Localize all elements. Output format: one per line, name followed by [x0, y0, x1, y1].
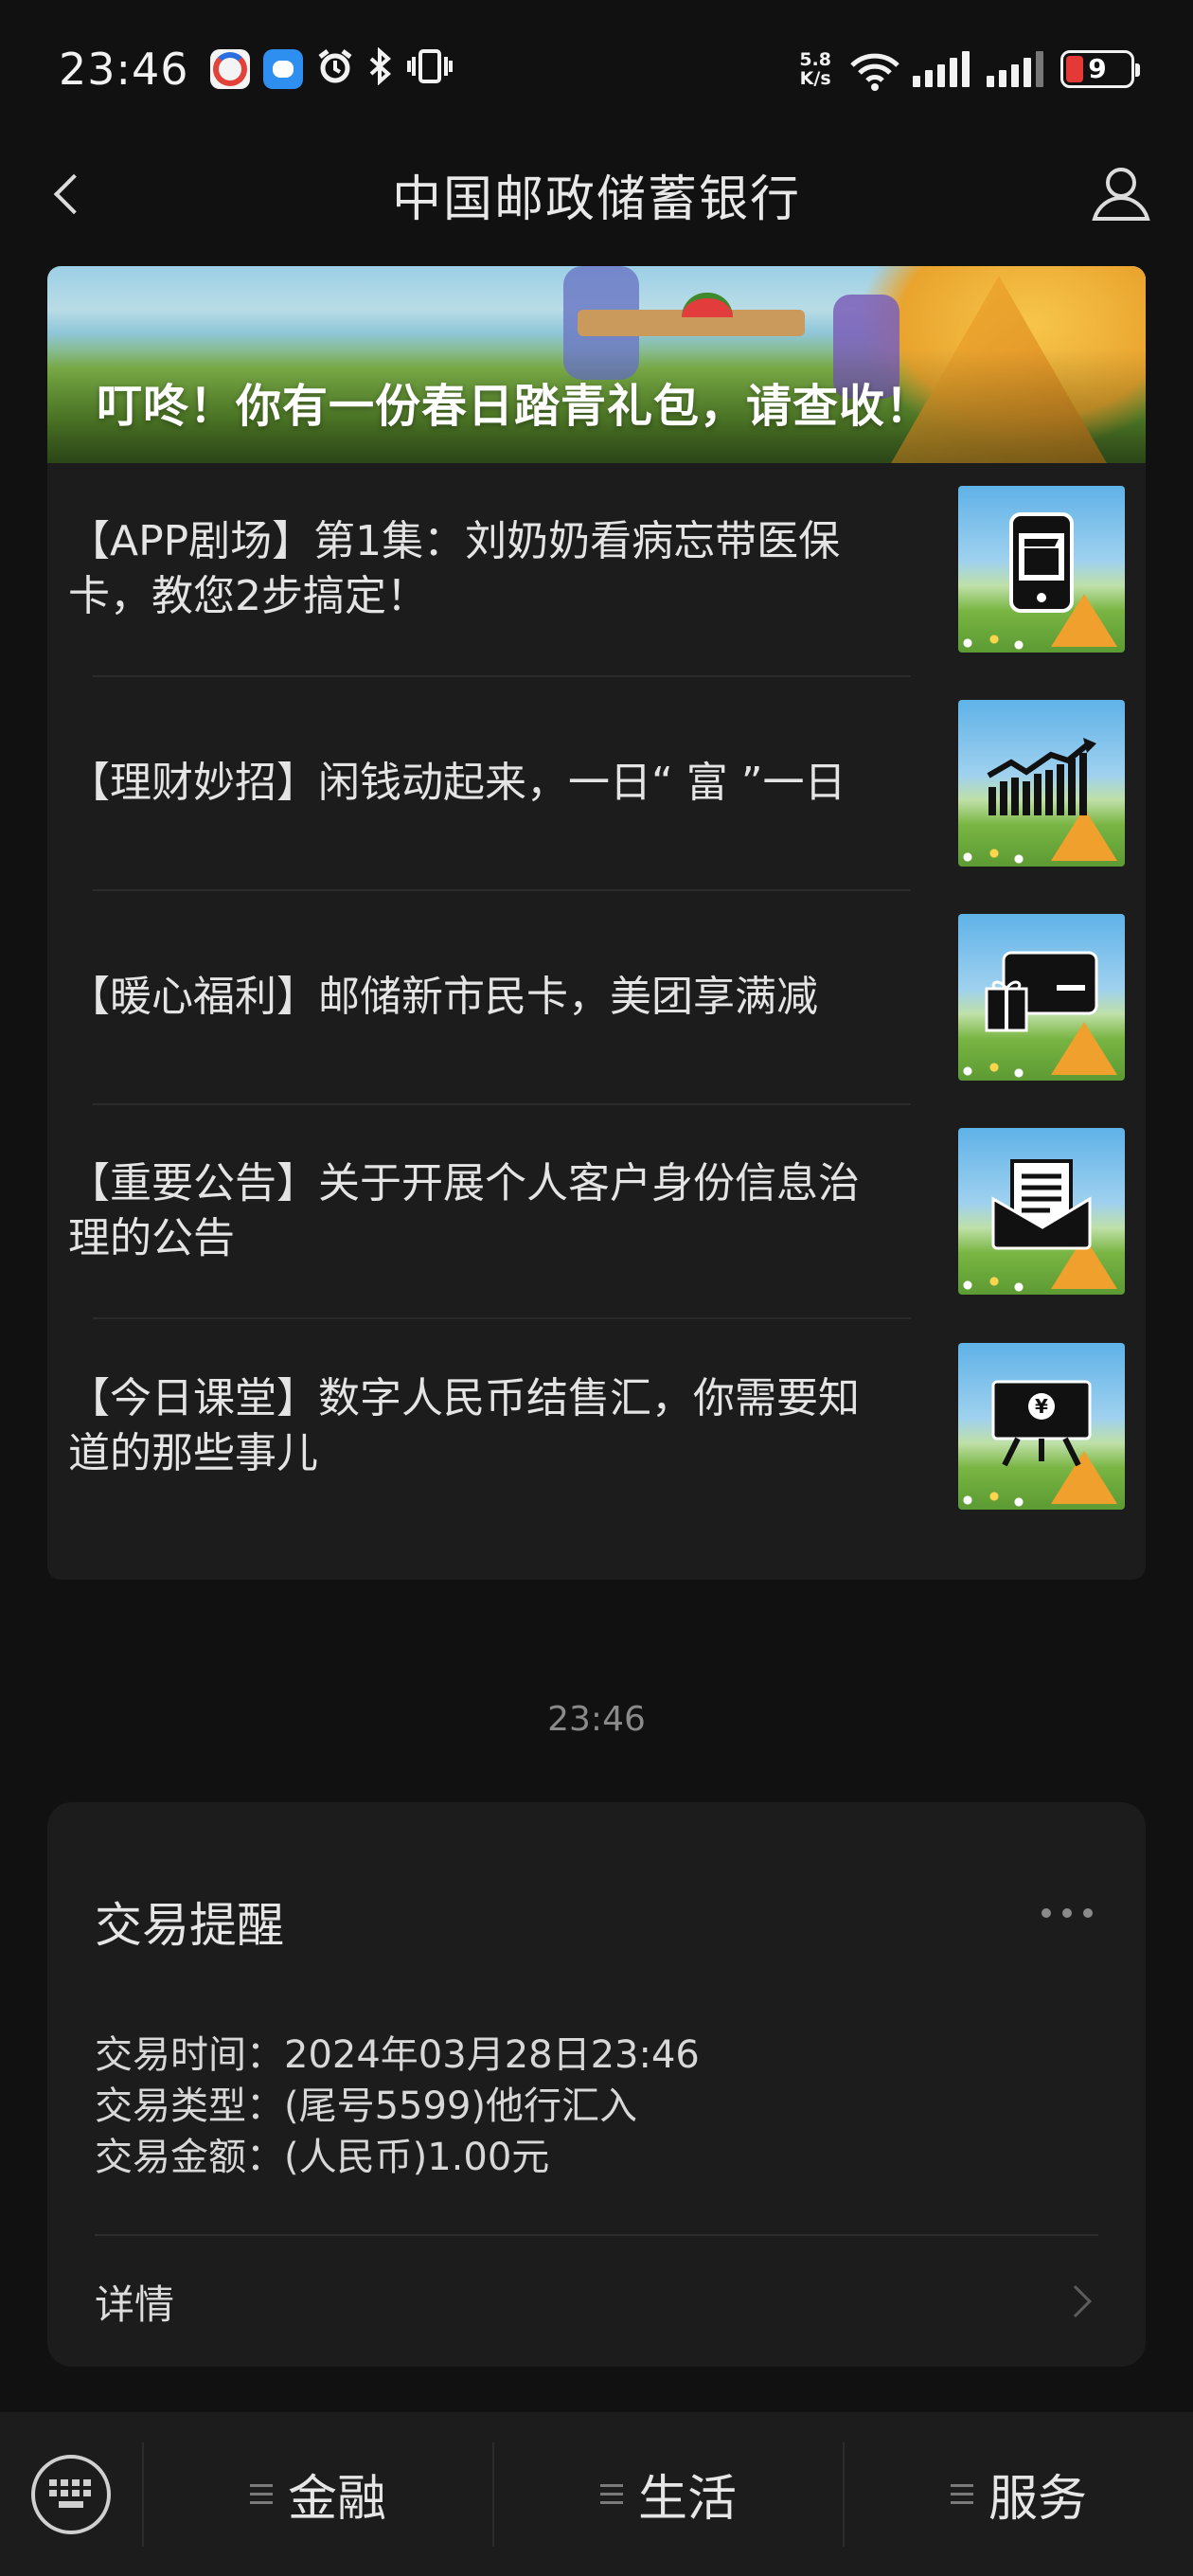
- message-icon: [262, 48, 303, 89]
- article-title: 【理财妙招】闲钱动起来，一日“ 富 ”一日: [68, 759, 846, 807]
- transaction-details: 交易时间：2024年03月28日23:46 交易类型：(尾号5599)他行汇入 …: [95, 2030, 700, 2183]
- details-link[interactable]: 详情: [95, 2236, 1098, 2367]
- article-list: 【APP剧场】第1集：刘奶奶看病忘带医保卡，教您2步搞定！ 【理财妙招】闲钱动起…: [47, 463, 1146, 1533]
- phone-clapper-icon: [1009, 511, 1074, 613]
- transaction-amount: 交易金额：(人民币)1.00元: [95, 2136, 550, 2179]
- details-label: 详情: [95, 2281, 175, 2328]
- transaction-time: 交易时间：2024年03月28日23:46: [95, 2033, 700, 2077]
- bottom-menu: 金融 生活 服务: [0, 2412, 1193, 2576]
- menu-lines-icon: [249, 2484, 273, 2504]
- status-right: 5.8 K/s 9: [799, 49, 1140, 91]
- menu-label: 服务: [988, 2471, 1087, 2528]
- dot-icon: [1083, 1908, 1093, 1918]
- wifi-icon: [848, 50, 899, 91]
- yuan-board-icon: ¥: [991, 1380, 1092, 1467]
- article-item[interactable]: 【今日课堂】数字人民币结售汇，你需要知道的那些事儿 ¥: [68, 1319, 1125, 1533]
- banner[interactable]: 叮咚！你有一份春日踏青礼包，请查收！: [47, 266, 1146, 463]
- article-thumbnail: [958, 1128, 1125, 1295]
- back-button[interactable]: [40, 166, 97, 223]
- svg-text:¥: ¥: [1035, 1395, 1048, 1418]
- banner-watermelon: [682, 293, 733, 317]
- article-thumbnail: [958, 486, 1125, 653]
- transaction-card[interactable]: 交易提醒 交易时间：2024年03月28日23:46 交易类型：(尾号5599)…: [47, 1802, 1146, 2367]
- menu-lines-icon: [599, 2484, 623, 2504]
- transaction-title: 交易提醒: [95, 1898, 284, 1953]
- article-item[interactable]: 【暖心福利】邮储新市民卡，美团享满减: [68, 891, 1125, 1105]
- status-time: 23:46: [59, 43, 189, 95]
- keyboard-icon: [31, 2454, 111, 2534]
- article-card: 叮咚！你有一份春日踏青礼包，请查收！ 【APP剧场】第1集：刘奶奶看病忘带医保卡…: [47, 266, 1146, 1580]
- signal-icon: [987, 50, 1043, 87]
- net-speed: 5.8 K/s: [799, 50, 831, 88]
- status-bar: 23:46 5.8 K/s 9: [0, 0, 1193, 137]
- article-title: 【APP剧场】第1集：刘奶奶看病忘带医保卡，教您2步搞定！: [68, 517, 841, 620]
- menu-finance[interactable]: 金融: [144, 2442, 494, 2547]
- signal-icon: [913, 50, 970, 87]
- article-title: 【重要公告】关于开展个人客户身份信息治理的公告: [68, 1159, 860, 1262]
- menu-label: 金融: [287, 2471, 386, 2528]
- article-thumbnail: [958, 700, 1125, 867]
- chat-header: 中国邮政储蓄银行: [0, 137, 1193, 251]
- app-icon: [209, 48, 250, 89]
- status-left: 23:46: [59, 44, 453, 95]
- alarm-icon: [316, 47, 354, 91]
- transaction-type: 交易类型：(尾号5599)他行汇入: [95, 2084, 638, 2128]
- menu-life[interactable]: 生活: [494, 2442, 845, 2547]
- article-item[interactable]: 【理财妙招】闲钱动起来，一日“ 富 ”一日: [68, 677, 1125, 891]
- vibrate-icon: [406, 47, 453, 91]
- menu-lines-icon: [950, 2484, 973, 2504]
- message-timestamp: 23:46: [547, 1700, 646, 1739]
- net-speed-value: 5.8: [799, 48, 831, 70]
- keyboard-toggle-button[interactable]: [0, 2442, 144, 2547]
- net-speed-unit: K/s: [799, 67, 831, 89]
- article-item[interactable]: 【重要公告】关于开展个人客户身份信息治理的公告: [68, 1105, 1125, 1319]
- page-title: 中国邮政储蓄银行: [391, 170, 801, 228]
- dot-icon: [1062, 1908, 1072, 1918]
- more-options-button[interactable]: [1042, 1908, 1093, 1918]
- person-icon: [1092, 168, 1150, 221]
- chevron-right-icon: [1059, 2285, 1092, 2317]
- envelope-document-icon: [991, 1158, 1092, 1250]
- menu-service[interactable]: 服务: [845, 2442, 1193, 2547]
- article-thumbnail: ¥: [958, 1343, 1125, 1510]
- growth-chart-icon: [987, 737, 1096, 815]
- battery-icon: 9: [1060, 49, 1140, 88]
- menu-label: 生活: [637, 2471, 737, 2528]
- profile-button[interactable]: [1087, 160, 1155, 228]
- banner-title: 叮咚！你有一份春日踏青礼包，请查收！: [97, 380, 933, 433]
- article-title: 【暖心福利】邮储新市民卡，美团享满减: [68, 973, 818, 1021]
- article-title: 【今日课堂】数字人民币结售汇，你需要知道的那些事儿: [68, 1374, 860, 1477]
- article-thumbnail: [958, 914, 1125, 1081]
- bluetooth-icon: [367, 46, 394, 91]
- article-item[interactable]: 【APP剧场】第1集：刘奶奶看病忘带医保卡，教您2步搞定！: [68, 463, 1125, 677]
- battery-level: 9: [1088, 52, 1107, 84]
- gift-card-icon: [985, 951, 1098, 1032]
- dot-icon: [1042, 1908, 1051, 1918]
